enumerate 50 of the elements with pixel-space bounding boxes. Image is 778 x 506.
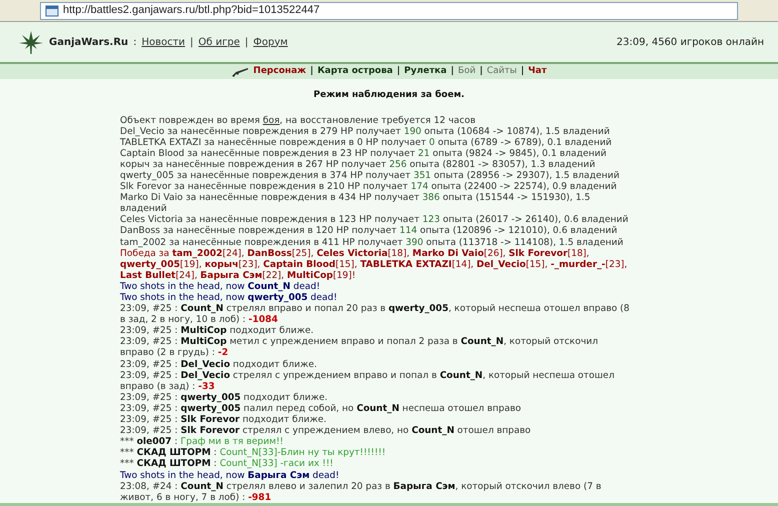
action-line: 23:09, #25 : MultiCop метил с упреждением вправо и попал 2 раза в Count_N, который отскочил вправо (2 в грудь) : -2 — [120, 336, 599, 359]
log-line: tam_2002 за нанесённые повреждения в 411 HP получает 390 опыта (113718 -> 114108), 1.5 владений — [120, 236, 624, 248]
chat-line: *** СКАД ШТОРМ : Count_N[33] -гаси их !!! — [120, 458, 334, 470]
nav-link[interactable]: Карта острова — [317, 64, 393, 78]
page-title: Режим наблюдения за боем. — [314, 89, 464, 102]
page-icon — [45, 4, 59, 16]
chat-line: *** СКАД ШТОРМ : Count_N[33]-Блин ну ты крут!!!!!!! — [120, 447, 387, 458]
action-line: 23:09, #25 : MultiCop подходит ближе. — [120, 325, 315, 336]
nav-separator: | — [480, 64, 483, 78]
log-line: qwerty_005 за нанесённые повреждения в 374 HP получает 351 опыта (28956 -> 29307), 1.5 владений — [120, 170, 620, 182]
chat-line: *** ole007 : Граф ми в тя верим!! — [120, 436, 284, 448]
nav-separator: | — [520, 64, 524, 78]
action-line: 23:09, #25 : Del_Vecio подходит ближе. — [120, 358, 318, 370]
nav-separator: | — [396, 64, 400, 78]
header-link[interactable]: Новости — [142, 34, 186, 50]
action-line: 23:09, #25 : Slk Forevor подходит ближе. — [120, 414, 328, 426]
action-line: 23:09, #25 : Slk Forevor стрелял с упреждением влево, но Count_N отошел вправо — [120, 425, 532, 436]
action-line: 23:09, #25 : qwerty_005 палил перед собой, но Count_N неспеша отошел вправо — [120, 402, 522, 414]
log-line: Slk Forevor за нанесённые повреждения в 210 HP получает 174 опыта (22400 -> 22574), 0.9 владений — [120, 181, 618, 192]
action-line: 23:09, #25 : Count_N стрелял вправо и попал 20 раз в qwerty_005, который неспеша отошел вправо (8 в зад, 2 в ногу, 10 в лоб) : -1084 — [120, 303, 630, 326]
nav-link[interactable]: Рулетка — [404, 64, 447, 78]
nav-separator: | — [450, 64, 454, 78]
link-separator: | — [190, 36, 194, 50]
online-status: 23:09, 4560 игроков онлайн — [616, 36, 764, 50]
action-line: 23:09, #25 : Del_Vecio стрелял с упреждением вправо и попал в Count_N, который неспеша отошел вправо (в зад) : -33 — [120, 370, 616, 392]
nav-link[interactable]: Бой — [458, 64, 476, 78]
site-name: GanjaWars.Ru — [49, 36, 128, 50]
log-line: корыч за нанесённые повреждения в 267 HP получает 256 опыта (82801 -> 83057), 1.3 владений — [120, 158, 596, 170]
kill-line: Two shots in the head, now qwerty_005 dead! — [120, 292, 338, 304]
nav-separator: | — [310, 64, 314, 78]
log-line: Del_Vecio за нанесённые повреждения в 279 HP получает 190 опыта (10684 -> 10874), 1.5 владений — [120, 126, 611, 137]
log-line: Celes Victoria за нанесённые повреждения в 123 HP получает 123 опыта (26017 -> 26140), 0.6 владений — [120, 214, 630, 226]
nav-link[interactable]: Чат — [528, 64, 547, 78]
nav-link[interactable]: Персонаж — [253, 64, 306, 78]
header-link[interactable]: Форум — [253, 34, 288, 50]
kill-line: Two shots in the head, now Барыга Сэм dead! — [120, 470, 340, 481]
log-line: Объект поврежден во время боя, на восстановление требуется 12 часов — [120, 114, 477, 126]
victory-line: Победа за tam_2002[24], DanBoss[25], Celes Victoria[18], Marko Di Vaio[26], Slk Forevor[18], qwerty_005[19], корыч[23], Captain Blood[15], TABLETKA EXTAZI[14], Del_Vecio[15], -_murder_-[23], Last Bullet[24], Барыга Сэм[22], MultiCop[19]! — [120, 248, 628, 281]
colon-separator: : — [133, 36, 137, 50]
log-line: DanBoss за нанесённые повреждения в 120 HP получает 114 опыта (120896 -> 121010), 0.6 владений — [120, 225, 618, 237]
log-line: TABLETKA EXTAZI за нанесённые повреждения в 0 HP получает 0 опыта (6789 -> 6789), 0.1 владений — [120, 136, 613, 148]
nav-link[interactable]: Сайты — [486, 64, 517, 78]
leaf-icon — [18, 29, 44, 55]
action-line: 23:08, #24 : Count_N стрелял влево и залепил 20 раз в Барыга Сэм, который отскочил влево (7 в живот, 6 в ногу, 7 в лоб) : -981 — [120, 480, 602, 503]
link-separator: | — [244, 36, 248, 50]
action-line: 23:09, #25 : qwerty_005 подходит ближе. — [120, 392, 329, 403]
log-line: Captain Blood за нанесённые повреждения в 23 HP получает 21 опыта (9824 -> 9845), 0.1 владений — [120, 148, 608, 159]
address-field[interactable]: http://battles2.ganjawars.ru/btl.php?bid=1013522447 — [40, 2, 738, 20]
header-link[interactable]: Об игре — [198, 34, 240, 50]
kill-line: Two shots in the head, now Count_N dead! — [120, 280, 322, 292]
